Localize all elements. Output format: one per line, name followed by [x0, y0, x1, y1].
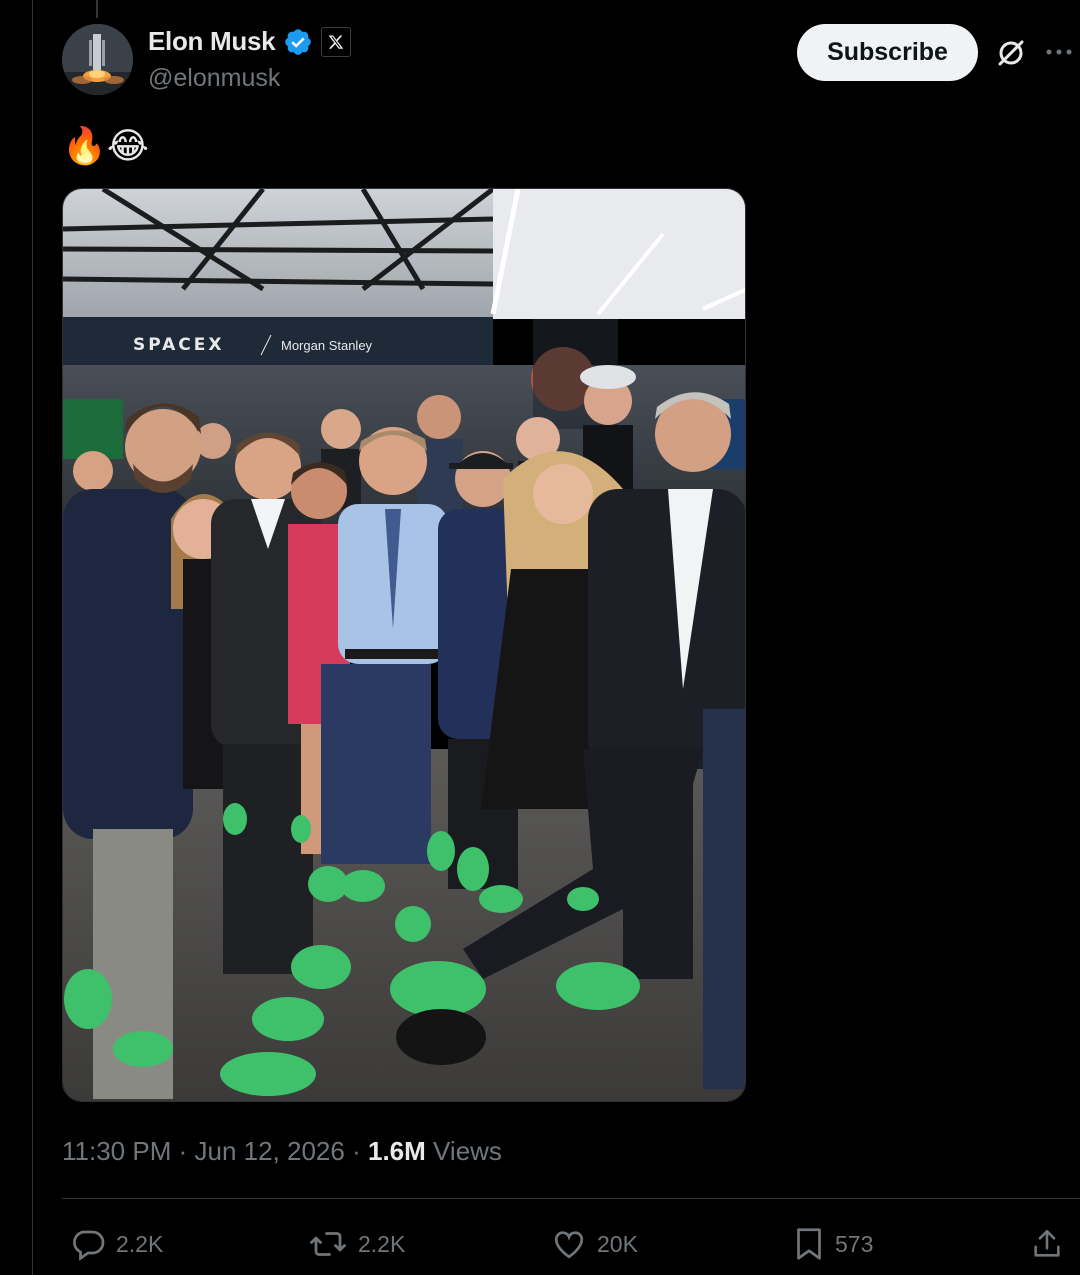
share-icon: [1034, 1229, 1060, 1257]
author-handle[interactable]: @elonmusk: [148, 64, 280, 93]
bookmark-count: 573: [835, 1230, 874, 1257]
meta-separator: ·: [352, 1136, 361, 1166]
thread-line: [32, 0, 33, 1275]
reply-button[interactable]: 2.2K: [70, 1222, 163, 1266]
post-photo[interactable]: SPACEX Morgan Stanley: [62, 188, 746, 1102]
post-date[interactable]: Jun 12, 2026: [195, 1136, 345, 1166]
author-name-row: Elon Musk: [148, 26, 352, 57]
like-button[interactable]: 20K: [551, 1222, 638, 1266]
subscribe-button[interactable]: Subscribe: [797, 24, 978, 81]
avatar-image: [62, 24, 133, 95]
thread-connector: [96, 0, 98, 18]
bookmark-icon: [797, 1228, 821, 1260]
action-bar: 2.2K 2.2K 20K 573: [0, 1222, 1080, 1266]
repost-icon: [310, 1232, 346, 1256]
bookmark-button[interactable]: 573: [793, 1222, 873, 1266]
post-meta: 11:30 PM · Jun 12, 2026 · 1.6M Views: [62, 1136, 502, 1167]
share-button[interactable]: [1030, 1222, 1064, 1266]
morgan-stanley-sign: Morgan Stanley: [281, 338, 373, 353]
reply-icon: [73, 1230, 105, 1261]
reply-count: 2.2K: [116, 1230, 164, 1257]
grok-icon[interactable]: [994, 36, 1028, 70]
views-label: Views: [433, 1136, 502, 1166]
heart-icon: [554, 1231, 584, 1259]
post-text: 🔥😂: [62, 125, 149, 166]
avatar[interactable]: [62, 24, 133, 95]
repost-button[interactable]: 2.2K: [308, 1222, 405, 1266]
more-icon[interactable]: [1044, 46, 1074, 58]
divider: [62, 1198, 1080, 1199]
views-count: 1.6M: [368, 1136, 426, 1166]
meta-separator: ·: [178, 1136, 188, 1166]
author-display-name[interactable]: Elon Musk: [148, 26, 276, 57]
x-logo-icon[interactable]: [321, 26, 352, 57]
group-photo-image: SPACEX Morgan Stanley: [63, 189, 745, 1101]
spacex-sign: SPACEX: [133, 335, 225, 355]
repost-count: 2.2K: [358, 1230, 406, 1257]
like-count: 20K: [597, 1230, 638, 1257]
verified-badge-icon[interactable]: [283, 27, 313, 57]
post-time[interactable]: 11:30 PM: [62, 1136, 171, 1166]
